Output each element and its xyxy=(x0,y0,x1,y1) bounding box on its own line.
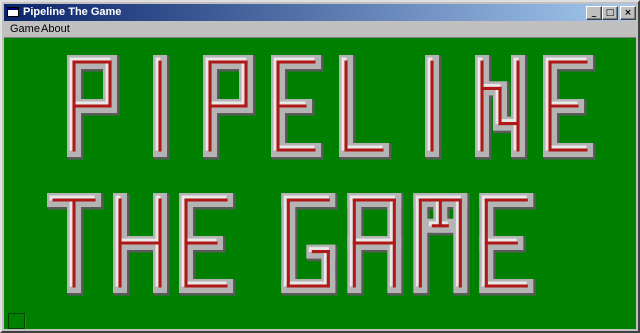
close-button[interactable]: × xyxy=(620,6,636,20)
letter-p xyxy=(203,55,256,160)
letter-p xyxy=(67,55,120,160)
letter-l xyxy=(339,55,392,160)
maximize-button[interactable]: □ xyxy=(602,6,618,20)
app-window: Pipeline The Game _ □ × Game About xyxy=(0,0,640,333)
window-title: Pipeline The Game xyxy=(23,6,122,18)
letter-t xyxy=(47,193,104,296)
letter-n xyxy=(475,55,528,160)
menu-game[interactable]: Game xyxy=(8,21,42,37)
game-board[interactable] xyxy=(4,37,636,329)
logo-line-the-game xyxy=(47,193,536,296)
pipeline-logo xyxy=(47,55,596,296)
letter-i xyxy=(153,55,170,160)
menu-bar: Game About xyxy=(4,21,636,37)
menu-about[interactable]: About xyxy=(39,21,72,37)
letter-m xyxy=(413,193,470,296)
letter-e xyxy=(179,193,236,296)
app-icon[interactable] xyxy=(7,7,19,17)
letter-e xyxy=(271,55,324,160)
logo-line-pipeline xyxy=(67,55,596,160)
status-square[interactable] xyxy=(8,313,25,329)
letter-e xyxy=(543,55,596,160)
letter-a xyxy=(347,193,404,296)
letter-i xyxy=(425,55,442,160)
letter-e xyxy=(479,193,536,296)
title-bar[interactable]: Pipeline The Game _ □ × xyxy=(4,4,636,21)
letter-g xyxy=(281,193,338,296)
minimize-button[interactable]: _ xyxy=(586,6,602,20)
letter-h xyxy=(113,193,170,296)
